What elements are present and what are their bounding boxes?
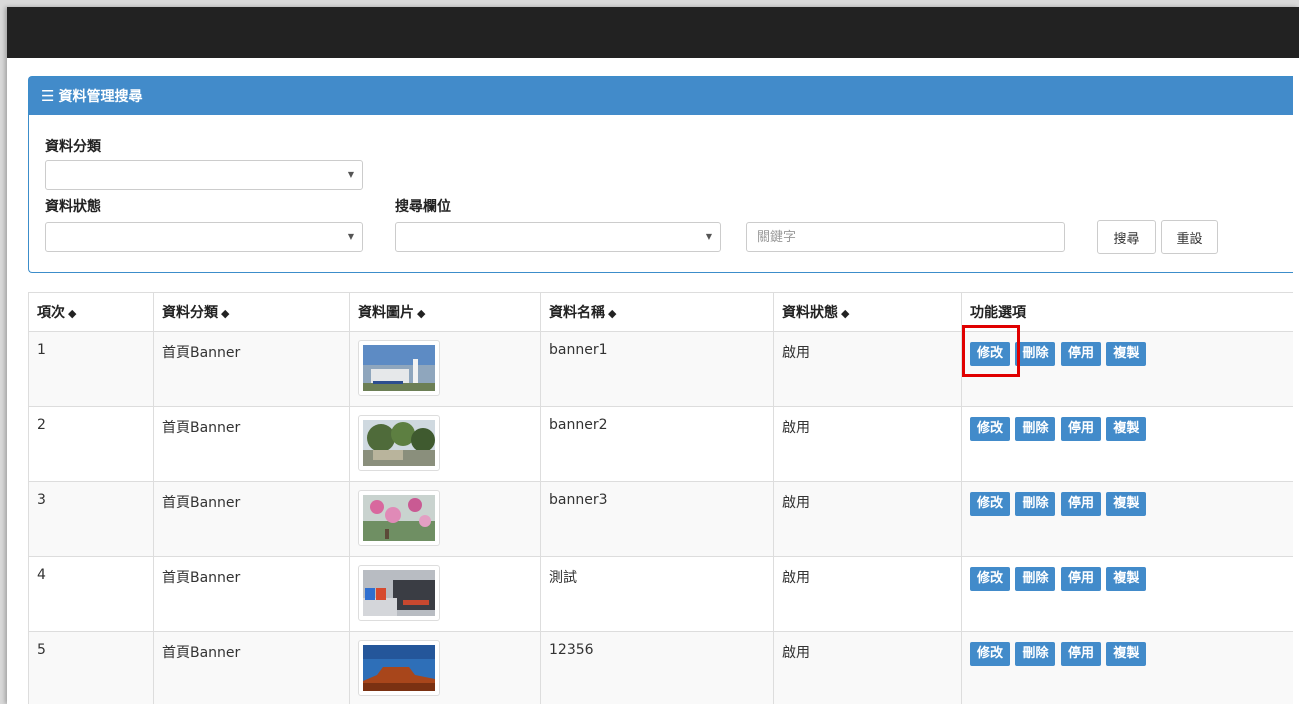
cell-image <box>349 481 541 557</box>
sort-icon: ◆ <box>221 307 230 320</box>
cell-category: 首頁Banner <box>153 556 350 632</box>
cell-actions: 修改 刪除 停用 複製 <box>961 481 1293 557</box>
cell-image <box>349 331 541 407</box>
cell-actions: 修改 刪除 停用 複製 <box>961 406 1293 482</box>
search-panel: ☰ 資料管理搜尋 資料分類 ▼ 資料狀態 ▼ 搜尋欄位 ▼ 搜尋 重設 <box>28 76 1293 273</box>
cell-category: 首頁Banner <box>153 631 350 704</box>
disable-button[interactable]: 停用 <box>1060 642 1101 666</box>
cell-index: 1 <box>28 331 154 407</box>
browser-viewport: ☰ 資料管理搜尋 資料分類 ▼ 資料狀態 ▼ 搜尋欄位 ▼ 搜尋 重設 <box>7 7 1299 704</box>
copy-button[interactable]: 複製 <box>1106 417 1147 441</box>
disable-button[interactable]: 停用 <box>1060 342 1101 366</box>
sort-icon: ◆ <box>68 307 77 320</box>
cell-image <box>349 556 541 632</box>
desert-rock-thumbnail[interactable] <box>358 640 440 696</box>
menu-icon: ☰ <box>41 87 55 105</box>
sort-icon: ◆ <box>417 307 426 320</box>
delete-button[interactable]: 刪除 <box>1015 567 1056 591</box>
header-status[interactable]: 資料狀態 ◆ <box>773 292 962 332</box>
table-row: 5 首頁Banner 12356 啟用 修改 刪除 停用 複製 <box>28 631 1293 704</box>
cell-index: 4 <box>28 556 154 632</box>
cell-actions: 修改 刪除 停用 複製 <box>961 631 1293 704</box>
copy-button[interactable]: 複製 <box>1106 342 1147 366</box>
cell-actions: 修改 刪除 停用 複製 <box>961 556 1293 632</box>
delete-button[interactable]: 刪除 <box>1015 417 1056 441</box>
delete-button[interactable]: 刪除 <box>1015 342 1056 366</box>
keyword-input[interactable] <box>746 222 1065 252</box>
status-select[interactable]: ▼ <box>45 222 363 252</box>
table-row: 3 首頁Banner banner3 啟用 修改 刪除 停用 複製 <box>28 481 1293 557</box>
cell-status: 啟用 <box>773 406 962 482</box>
cell-category: 首頁Banner <box>153 331 350 407</box>
category-select[interactable]: ▼ <box>45 160 363 190</box>
header-category[interactable]: 資料分類 ◆ <box>153 292 350 332</box>
top-navbar <box>7 7 1299 58</box>
status-label: 資料狀態 <box>45 199 101 215</box>
cell-name: 12356 <box>540 631 774 704</box>
table-row: 1 首頁Banner banner1 啟用 修改 刪除 停用 複製 <box>28 331 1293 407</box>
reset-button[interactable]: 重設 <box>1161 220 1218 254</box>
search-button[interactable]: 搜尋 <box>1097 220 1156 254</box>
header-index[interactable]: 項次 ◆ <box>28 292 154 332</box>
cell-image <box>349 631 541 704</box>
header-image[interactable]: 資料圖片 ◆ <box>349 292 541 332</box>
delete-button[interactable]: 刪除 <box>1015 642 1056 666</box>
edit-button[interactable]: 修改 <box>970 492 1011 516</box>
search-field-label: 搜尋欄位 <box>395 199 451 215</box>
panel-heading: ☰ 資料管理搜尋 <box>29 77 1293 115</box>
cell-status: 啟用 <box>773 481 962 557</box>
panel-title: 資料管理搜尋 <box>58 89 143 105</box>
edit-button[interactable]: 修改 <box>970 642 1011 666</box>
seo-text-thumbnail[interactable] <box>358 565 440 621</box>
cell-index: 5 <box>28 631 154 704</box>
cell-name: banner3 <box>540 481 774 557</box>
chevron-down-icon: ▼ <box>347 232 354 241</box>
cell-status: 啟用 <box>773 556 962 632</box>
disable-button[interactable]: 停用 <box>1060 417 1101 441</box>
edit-button[interactable]: 修改 <box>970 567 1011 591</box>
search-field-select[interactable]: ▼ <box>395 222 721 252</box>
cell-category: 首頁Banner <box>153 481 350 557</box>
chevron-down-icon: ▼ <box>347 170 354 179</box>
cell-actions: 修改 刪除 停用 複製 <box>961 331 1293 407</box>
cell-name: banner2 <box>540 406 774 482</box>
chevron-down-icon: ▼ <box>705 232 712 241</box>
disable-button[interactable]: 停用 <box>1060 492 1101 516</box>
table-row: 4 首頁Banner 測試 啟用 修改 刪除 停用 複製 <box>28 556 1293 632</box>
copy-button[interactable]: 複製 <box>1106 642 1147 666</box>
header-actions: 功能選項 <box>961 292 1293 332</box>
data-table: 項次 ◆ 資料分類 ◆ 資料圖片 ◆ 資料名稱 ◆ 資料狀態 ◆ 功能選項 1 首頁Ban… <box>28 292 1293 704</box>
category-label: 資料分類 <box>45 139 101 155</box>
cell-category: 首頁Banner <box>153 406 350 482</box>
copy-button[interactable]: 複製 <box>1106 492 1147 516</box>
cell-name: banner1 <box>540 331 774 407</box>
cell-status: 啟用 <box>773 631 962 704</box>
copy-button[interactable]: 複製 <box>1106 567 1147 591</box>
disable-button[interactable]: 停用 <box>1060 567 1101 591</box>
flower-blossom-thumbnail[interactable] <box>358 490 440 546</box>
delete-button[interactable]: 刪除 <box>1015 492 1056 516</box>
cell-image <box>349 406 541 482</box>
table-row: 2 首頁Banner banner2 啟用 修改 刪除 停用 複製 <box>28 406 1293 482</box>
sort-icon: ◆ <box>608 307 617 320</box>
cell-status: 啟用 <box>773 331 962 407</box>
campus-building-thumbnail[interactable] <box>358 340 440 396</box>
header-name[interactable]: 資料名稱 ◆ <box>540 292 774 332</box>
cell-name: 測試 <box>540 556 774 632</box>
campus-garden-thumbnail[interactable] <box>358 415 440 471</box>
sort-icon: ◆ <box>841 307 850 320</box>
table-header-row: 項次 ◆ 資料分類 ◆ 資料圖片 ◆ 資料名稱 ◆ 資料狀態 ◆ 功能選項 <box>28 292 1293 332</box>
cell-index: 3 <box>28 481 154 557</box>
cell-index: 2 <box>28 406 154 482</box>
edit-button[interactable]: 修改 <box>970 342 1011 366</box>
edit-button[interactable]: 修改 <box>970 417 1011 441</box>
